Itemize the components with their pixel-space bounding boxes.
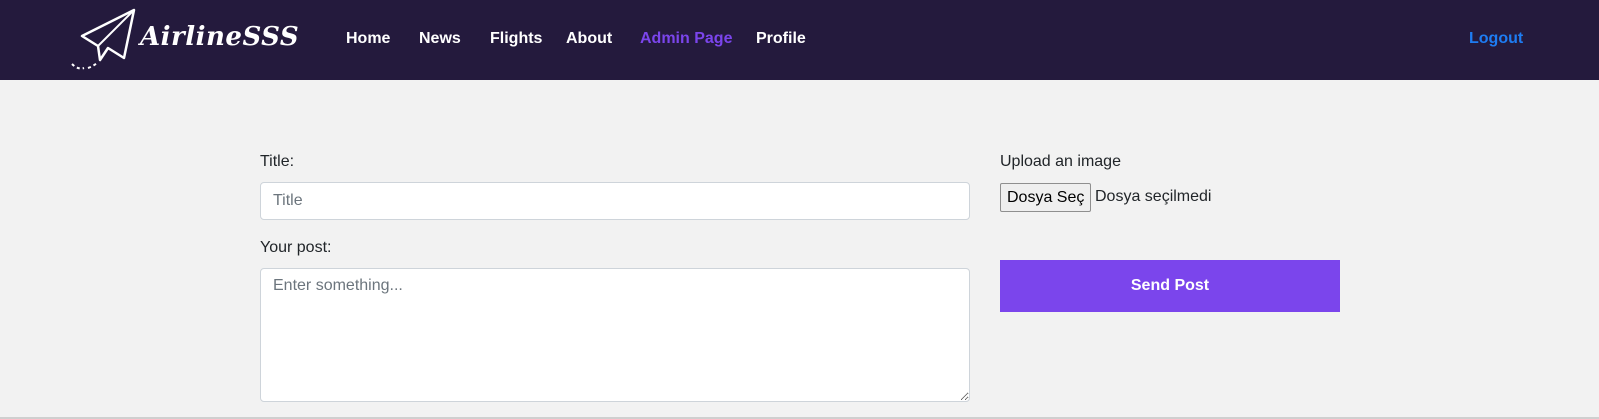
nav-profile[interactable]: Profile — [756, 30, 806, 48]
send-post-button[interactable]: Send Post — [1000, 260, 1340, 312]
title-input[interactable] — [260, 182, 970, 220]
logout-link[interactable]: Logout — [1469, 30, 1523, 48]
paper-plane-icon — [71, 8, 136, 70]
post-label: Your post: — [260, 239, 332, 256]
nav-home[interactable]: Home — [346, 30, 390, 48]
upload-label: Upload an image — [1000, 153, 1121, 170]
brand-logo[interactable]: AirlineSSS — [70, 8, 299, 72]
title-label: Title: — [260, 153, 295, 170]
choose-file-button[interactable]: Dosya Seç — [1000, 183, 1092, 212]
nav-flights[interactable]: Flights — [490, 30, 542, 48]
navbar: AirlineSSS Home News Flights About Admin… — [0, 0, 1599, 80]
nav-about[interactable]: About — [566, 30, 612, 48]
file-status-text: Dosya seçilmedi — [1095, 188, 1212, 205]
nav-news[interactable]: News — [419, 30, 461, 48]
post-textarea[interactable] — [260, 268, 970, 402]
nav-admin-page[interactable]: Admin Page — [640, 30, 732, 48]
brand-name: AirlineSSS — [140, 22, 300, 52]
